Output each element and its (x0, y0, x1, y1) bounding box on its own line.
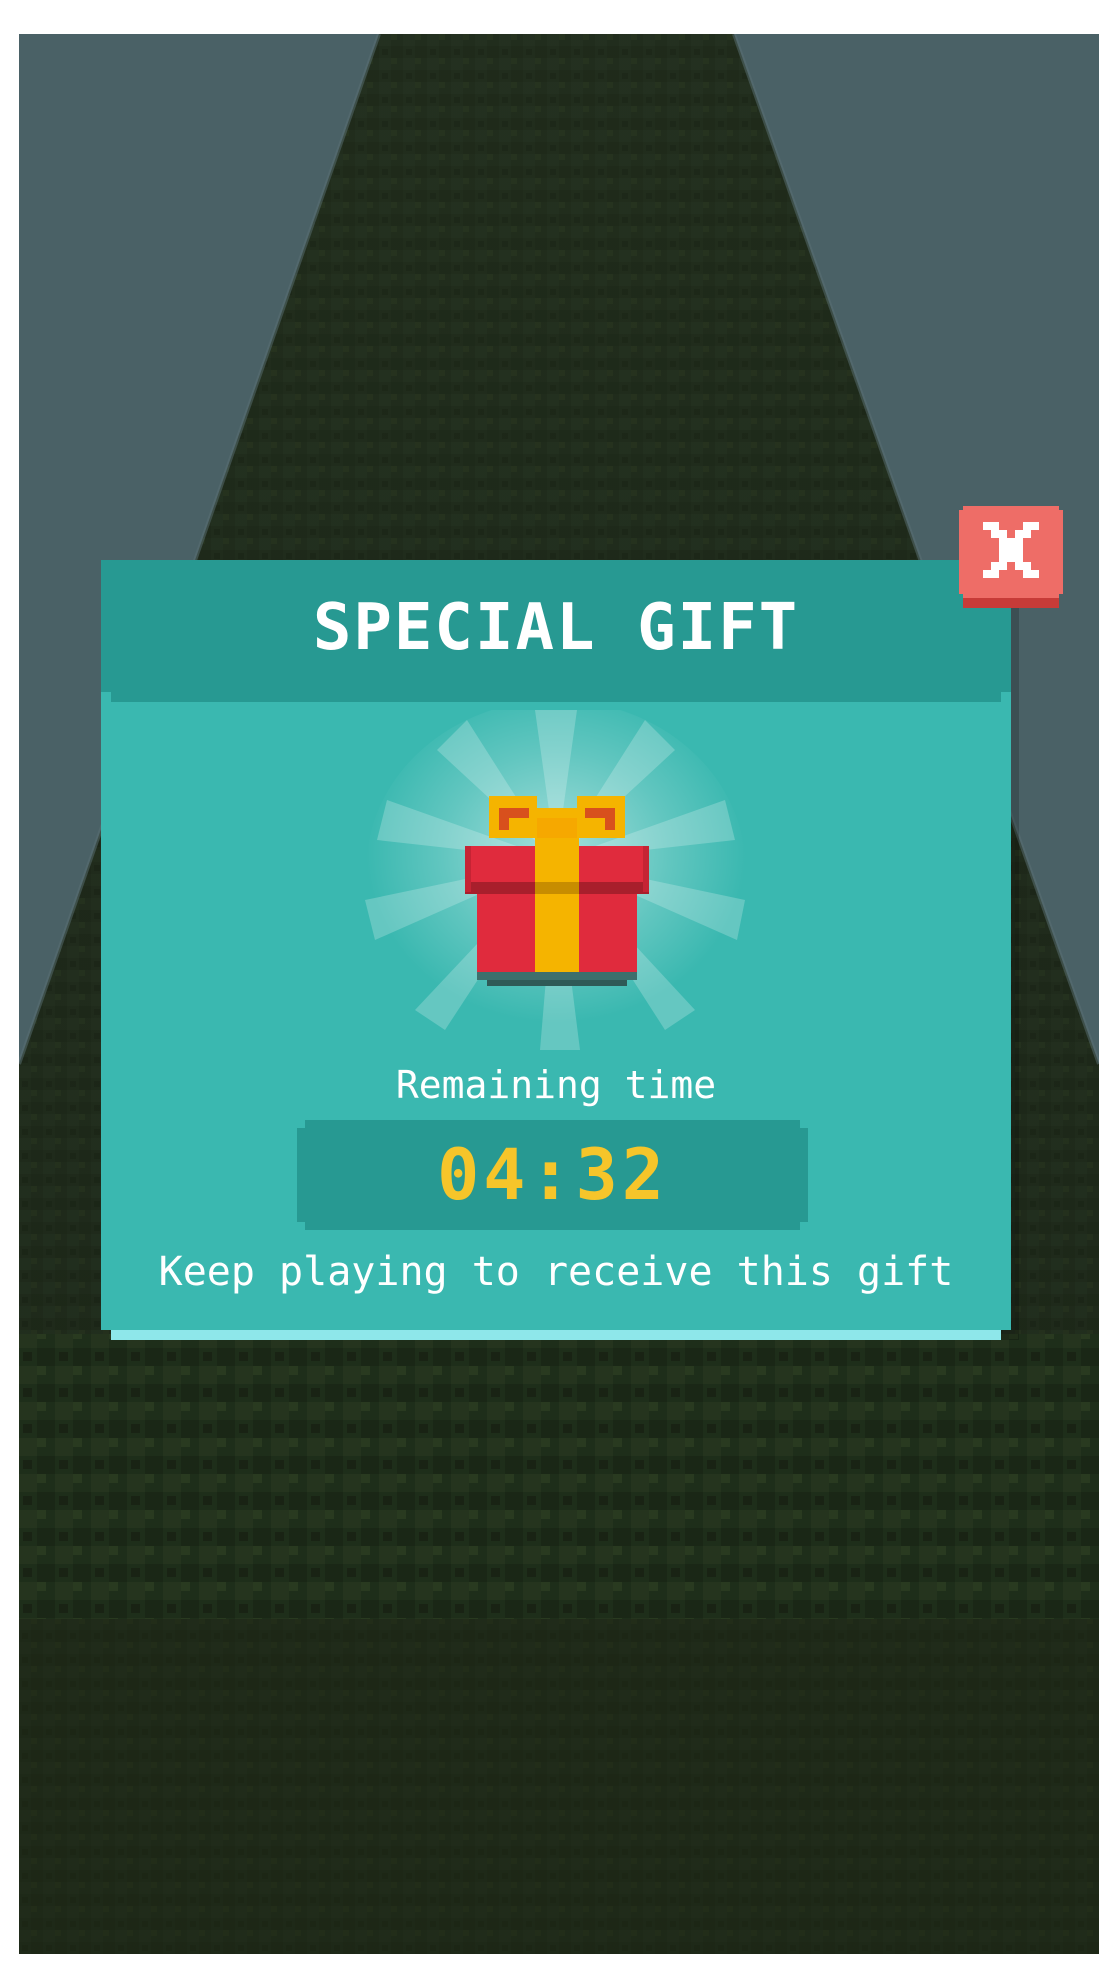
gift-hint-text: Keep playing to receive this gift (158, 1249, 954, 1295)
close-button[interactable] (959, 506, 1063, 608)
remaining-time-label: Remaining time (395, 1063, 717, 1107)
close-button-edge-right (1059, 510, 1063, 594)
countdown-timer-value: 04:32 (437, 1134, 668, 1216)
popup-title: SPECIAL GIFT (312, 591, 800, 665)
popup-header-step (111, 692, 1001, 702)
special-gift-popup: SPECIAL GIFT Remaining time 04:32 Keep p… (101, 560, 1019, 1340)
game-viewport: SPECIAL GIFT Remaining time 04:32 Keep p… (19, 34, 1099, 1954)
countdown-timer-box: 04:32 (297, 1120, 808, 1230)
popup-header: SPECIAL GIFT (101, 560, 1011, 692)
gift-display (365, 710, 747, 1050)
close-x-icon (983, 522, 1039, 578)
gift-box-icon (465, 796, 649, 986)
close-button-shadow (963, 598, 1059, 608)
popup-bottom-edge (111, 1330, 1001, 1340)
